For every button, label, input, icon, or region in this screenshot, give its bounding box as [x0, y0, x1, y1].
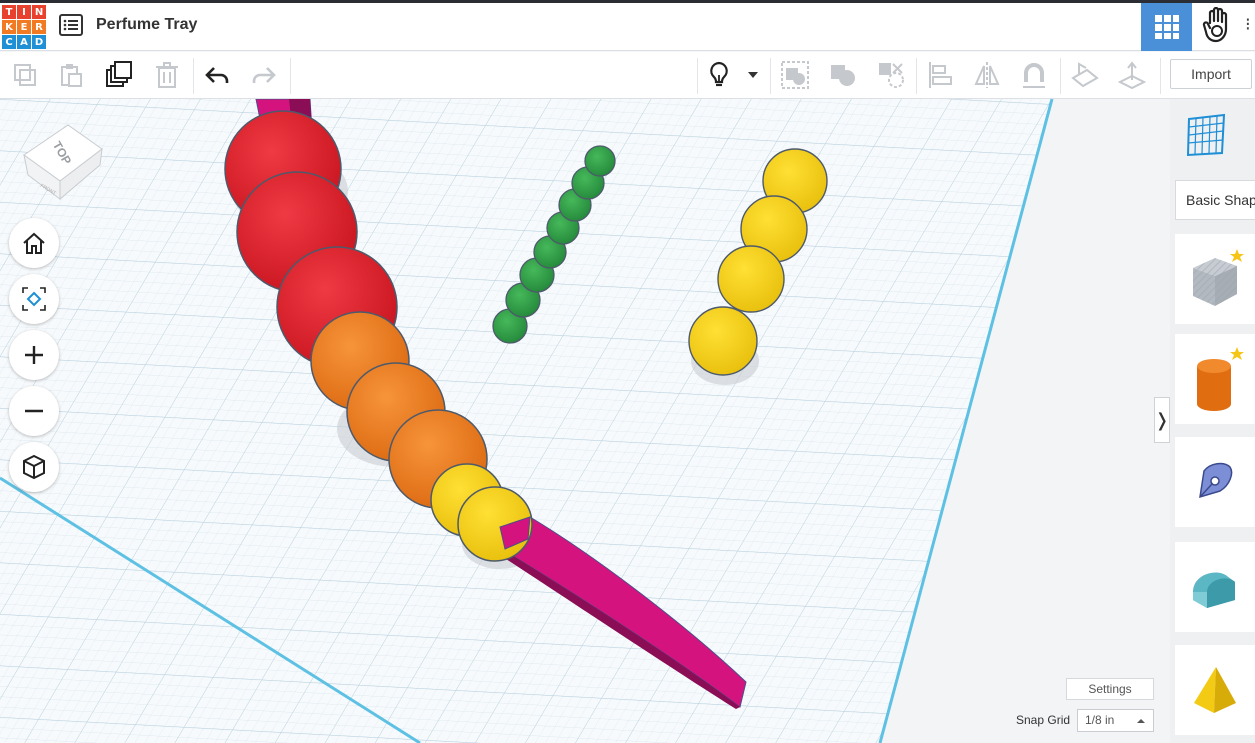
perspective-button[interactable] [9, 442, 59, 492]
box-hole-icon [1193, 249, 1244, 306]
cruise-button[interactable] [1018, 59, 1050, 91]
home-icon [23, 232, 45, 254]
design-view-button[interactable] [1141, 3, 1192, 51]
group-button[interactable] [779, 59, 811, 91]
ungroup-icon [831, 65, 855, 86]
copy-icon [14, 64, 36, 86]
import-button[interactable]: Import [1170, 59, 1252, 89]
logo-letter-d: D [32, 35, 46, 49]
hole-solid-button[interactable] [875, 59, 907, 91]
chevron-right-icon: ❭ [1154, 409, 1170, 430]
project-title[interactable]: Perfume Tray [96, 16, 197, 34]
grid-plane-icon [1186, 113, 1226, 157]
yellow-sphere[interactable] [688, 306, 758, 376]
toolbar-divider [1060, 58, 1061, 94]
list-icon [59, 14, 83, 36]
panel-collapse-button[interactable]: ❭ [1154, 397, 1170, 443]
blocks-view-button[interactable] [1196, 6, 1238, 46]
workplane-canvas[interactable]: TOP FRONT [0, 99, 1170, 743]
home-view-button[interactable] [9, 218, 59, 268]
magnet-icon [1023, 63, 1045, 88]
shape-roof[interactable] [1175, 542, 1255, 632]
toolbar-divider [770, 58, 771, 94]
roof-icon [1193, 572, 1235, 608]
minus-icon [25, 409, 43, 413]
project-menu-button[interactable] [58, 12, 84, 38]
paste-button[interactable] [55, 59, 87, 91]
toolbar-divider [1160, 58, 1161, 94]
grid-icon [1154, 15, 1179, 39]
copy-button[interactable] [9, 59, 41, 91]
toolbar-divider [916, 58, 917, 94]
duplicate-icon [106, 61, 132, 87]
undo-button[interactable] [201, 59, 233, 91]
top-bar: T I N K E R C A D Perfume Tray ⁝ [0, 0, 1255, 51]
hand-icon [1202, 7, 1228, 43]
shapes-panel: Basic Shapes [1170, 99, 1255, 743]
logo-letter-c: C [2, 35, 16, 49]
scribble-icon [1199, 462, 1233, 499]
settings-button[interactable]: Settings [1066, 678, 1154, 700]
light-bulb-icon [710, 61, 728, 87]
plus-icon [25, 346, 43, 364]
yellow-sphere[interactable] [717, 245, 785, 313]
logo-letter-i: I [17, 5, 31, 19]
cube-perspective-icon [23, 454, 45, 480]
green-sphere[interactable] [584, 145, 616, 177]
snap-grid-select[interactable]: 1/8 in [1077, 709, 1154, 732]
zoom-out-button[interactable] [9, 386, 59, 436]
logo-letter-r: R [32, 20, 46, 34]
shape-scribble[interactable] [1175, 437, 1255, 527]
view-cube[interactable]: TOP FRONT [22, 117, 104, 203]
undo-icon [205, 67, 229, 83]
caret-up-icon [1137, 719, 1145, 723]
align-icon [929, 62, 952, 88]
shape-pyramid[interactable] [1175, 645, 1255, 735]
workplane-icon [1071, 62, 1099, 88]
shape-cylinder[interactable] [1175, 334, 1255, 424]
logo-letter-t: T [2, 5, 16, 19]
logo-letter-e: E [17, 20, 31, 34]
snap-grid-label: Snap Grid [1016, 713, 1071, 727]
ruler-button[interactable] [1116, 59, 1148, 91]
delete-button[interactable] [151, 59, 183, 91]
workplane-grid [0, 99, 1054, 743]
mirror-button[interactable] [971, 59, 1003, 91]
notes-dropdown[interactable] [741, 59, 765, 91]
shape-category-select[interactable]: Basic Shapes [1175, 180, 1255, 220]
dropdown-caret-icon [748, 72, 758, 78]
workplane-grid-toggle[interactable] [1184, 111, 1228, 162]
ruler-icon [1117, 61, 1147, 90]
pyramid-icon [1194, 667, 1236, 713]
fit-view-button[interactable] [9, 274, 59, 324]
toolbar-divider [290, 58, 291, 94]
redo-button[interactable] [248, 59, 280, 91]
snap-grid-value: 1/8 in [1085, 713, 1115, 727]
ungroup-button[interactable] [827, 59, 859, 91]
redo-icon [252, 67, 276, 83]
edit-toolbar: Import [0, 52, 1255, 99]
hole-icon [879, 63, 904, 88]
tinkercad-logo[interactable]: T I N K E R C A D [2, 5, 46, 49]
workplane-button[interactable] [1069, 59, 1101, 91]
logo-letter-a: A [17, 35, 31, 49]
align-button[interactable] [924, 59, 956, 91]
paste-icon [61, 64, 82, 87]
show-all-button[interactable] [703, 59, 735, 91]
toolbar-divider [697, 58, 698, 94]
duplicate-button[interactable] [103, 59, 135, 91]
shape-box-hole[interactable] [1175, 234, 1255, 324]
share-icon[interactable]: ⁝ [1245, 14, 1251, 35]
cylinder-icon [1197, 347, 1244, 411]
toolbar-divider [193, 58, 194, 94]
group-icon [781, 61, 809, 89]
fit-all-icon [22, 287, 46, 311]
zoom-in-button[interactable] [9, 330, 59, 380]
mirror-icon [974, 62, 1000, 88]
logo-letter-n: N [32, 5, 46, 19]
logo-letter-k: K [2, 20, 16, 34]
trash-icon [156, 62, 178, 88]
